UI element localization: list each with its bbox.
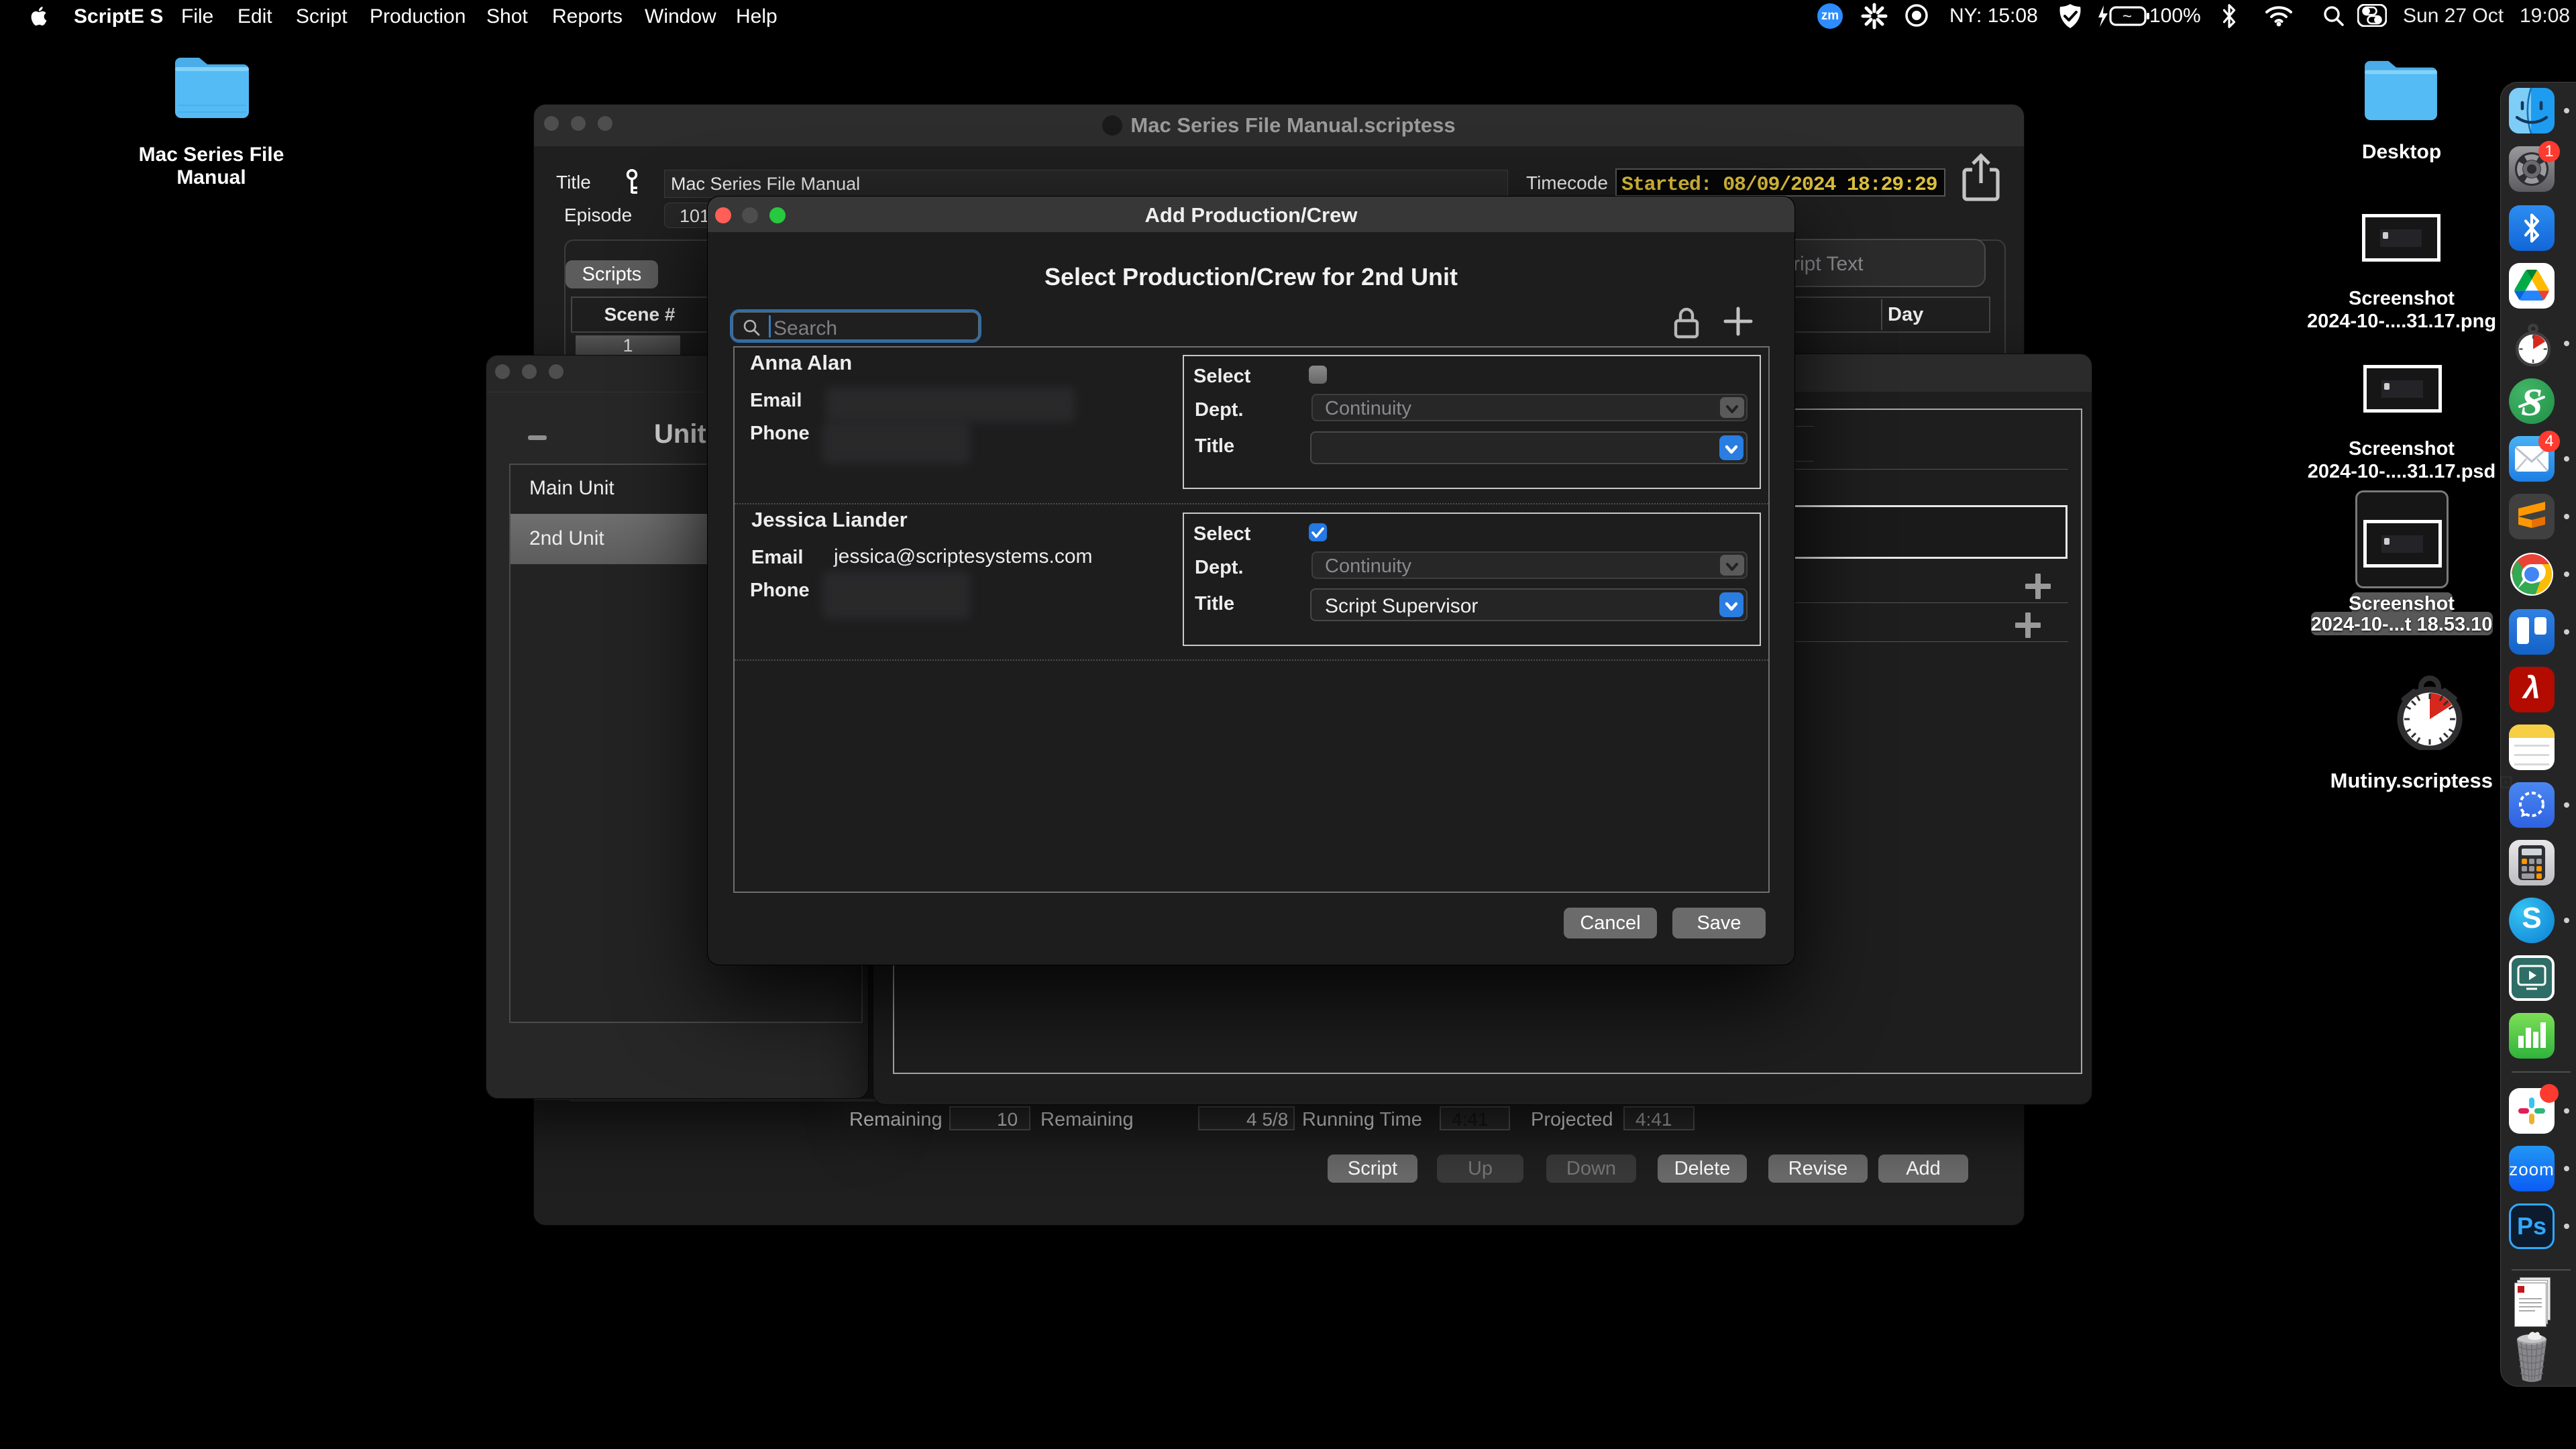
- svg-text:~: ~: [2123, 7, 2132, 25]
